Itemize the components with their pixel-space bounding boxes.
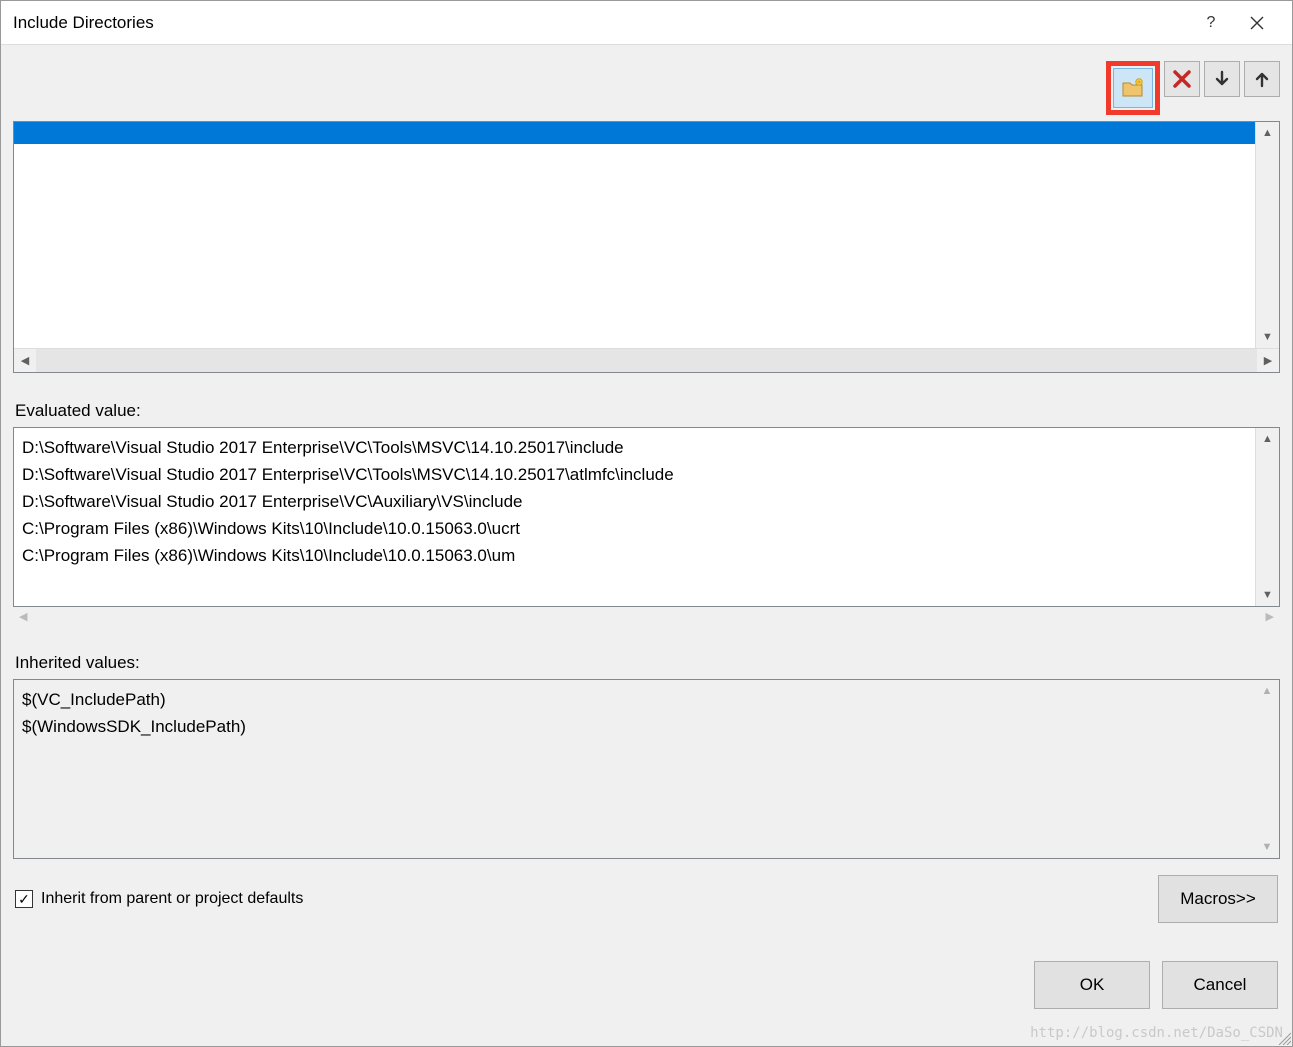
delete-button[interactable] <box>1164 61 1200 97</box>
options-row: ✓ Inherit from parent or project default… <box>15 875 1278 923</box>
titlebar: Include Directories ? <box>1 1 1292 45</box>
inherit-checkbox[interactable]: ✓ <box>15 890 33 908</box>
new-folder-highlight <box>1106 61 1160 115</box>
scroll-up-icon: ▲ <box>1255 680 1279 702</box>
scroll-down-icon: ▼ <box>1255 836 1279 858</box>
listbox-items[interactable] <box>14 122 1255 348</box>
move-up-button[interactable] <box>1244 61 1280 97</box>
arrow-up-icon <box>1254 70 1270 88</box>
ok-button[interactable]: OK <box>1034 961 1150 1009</box>
window-title: Include Directories <box>13 13 1188 33</box>
evaluated-hscrollbar: ◀ ▶ <box>13 607 1280 625</box>
list-item-selected[interactable] <box>14 122 1255 144</box>
evaluated-value-text: D:\Software\Visual Studio 2017 Enterpris… <box>14 428 1255 606</box>
listbox-hscrollbar[interactable]: ◀ ▶ <box>14 348 1279 372</box>
evaluated-value-box: D:\Software\Visual Studio 2017 Enterpris… <box>13 427 1280 607</box>
inherited-values-text: $(VC_IncludePath) $(WindowsSDK_IncludePa… <box>14 680 1255 858</box>
delete-icon <box>1173 70 1191 88</box>
scroll-down-icon[interactable]: ▼ <box>1256 584 1279 606</box>
new-line-button[interactable] <box>1113 68 1153 108</box>
scroll-up-icon[interactable]: ▲ <box>1256 122 1279 144</box>
inherited-values-label: Inherited values: <box>15 653 1278 673</box>
resize-grip-icon[interactable] <box>1275 1029 1291 1045</box>
inherit-checkbox-wrap[interactable]: ✓ Inherit from parent or project default… <box>15 890 1158 908</box>
scroll-right-icon: ▶ <box>1260 610 1280 623</box>
hscroll-track[interactable] <box>36 349 1257 372</box>
dialog-content: ▲ ▼ ◀ ▶ Evaluated value: D:\Software\Vis… <box>1 45 1292 1017</box>
evaluated-value-label: Evaluated value: <box>15 401 1278 421</box>
cancel-button[interactable]: Cancel <box>1162 961 1278 1009</box>
toolbar <box>9 53 1284 119</box>
move-down-button[interactable] <box>1204 61 1240 97</box>
scroll-right-icon[interactable]: ▶ <box>1257 349 1279 372</box>
watermark: http://blog.csdn.net/DaSo_CSDN <box>1030 1025 1283 1041</box>
help-button[interactable]: ? <box>1188 1 1234 45</box>
inherited-vscrollbar: ▲ ▼ <box>1255 680 1279 858</box>
inherit-checkbox-label: Inherit from parent or project defaults <box>41 890 303 908</box>
directories-listbox[interactable]: ▲ ▼ ◀ ▶ <box>13 121 1280 373</box>
macros-button[interactable]: Macros>> <box>1158 875 1278 923</box>
scroll-left-icon: ◀ <box>13 610 33 623</box>
scroll-down-icon[interactable]: ▼ <box>1256 326 1279 348</box>
inherited-values-box: $(VC_IncludePath) $(WindowsSDK_IncludePa… <box>13 679 1280 859</box>
scroll-up-icon[interactable]: ▲ <box>1256 428 1279 450</box>
new-folder-icon <box>1122 78 1144 98</box>
listbox-vscrollbar[interactable]: ▲ ▼ <box>1255 122 1279 348</box>
evaluated-vscrollbar[interactable]: ▲ ▼ <box>1255 428 1279 606</box>
close-button[interactable] <box>1234 1 1280 45</box>
scroll-left-icon[interactable]: ◀ <box>14 349 36 372</box>
footer-buttons: OK Cancel <box>15 961 1278 1009</box>
arrow-down-icon <box>1214 70 1230 88</box>
